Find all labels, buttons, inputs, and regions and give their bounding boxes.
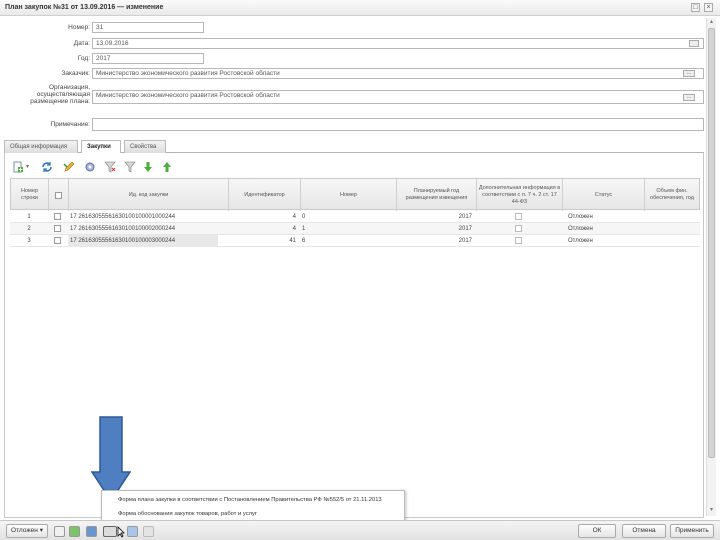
- purchase-code: 17 26163055561630100100003000244: [68, 235, 218, 247]
- customer-value: Министерство экономического развития Рос…: [96, 70, 280, 77]
- menu-item-justification-form[interactable]: Форма обоснования закупок товаров, работ…: [118, 511, 257, 517]
- customer-label: Заказчик:: [61, 70, 90, 77]
- deferred-status-label: Отложен: [11, 527, 38, 534]
- col-row-number[interactable]: Номер строки: [11, 179, 49, 211]
- row-number: 2: [27, 226, 31, 232]
- year-field[interactable]: 2017: [92, 53, 204, 64]
- row-checkbox[interactable]: [54, 237, 61, 244]
- organization-lookup-button[interactable]: ...: [683, 94, 695, 101]
- table-row[interactable]: 3 17 26163055561630100100003000244 41 6 …: [10, 235, 700, 247]
- refresh-icon[interactable]: [41, 161, 53, 173]
- row-number: 3: [27, 238, 31, 244]
- grid-header: Номер строки Ид. код закупки Идентификат…: [10, 178, 700, 211]
- col-identifier[interactable]: Идентификатор: [229, 179, 301, 211]
- close-window-button[interactable]: ×: [704, 3, 713, 12]
- planned-year: 2017: [458, 238, 472, 244]
- col-planned-year[interactable]: Планируемый год размещения извещения: [397, 179, 477, 211]
- organization-field[interactable]: Министерство экономического развития Рос…: [92, 90, 704, 104]
- status: Отложен: [568, 214, 593, 220]
- col-purchase-code[interactable]: Ид. код закупки: [69, 179, 229, 211]
- number: 6: [302, 238, 306, 244]
- scroll-down-icon[interactable]: ▾: [708, 507, 715, 514]
- col-additional-info[interactable]: Дополнительная информация в соответствии…: [477, 179, 563, 211]
- note-label: Примечание:: [50, 121, 90, 128]
- link-icon[interactable]: [127, 526, 138, 537]
- purchase-code: 17 26163055561630100100002000244: [70, 226, 176, 232]
- filter-clear-icon[interactable]: [124, 161, 136, 173]
- unlink-icon[interactable]: [143, 526, 154, 537]
- scroll-up-icon[interactable]: ▴: [708, 19, 715, 26]
- print-forms-menu: Форма плана закупки в соответствии с Пос…: [101, 490, 405, 522]
- row-checkbox[interactable]: [54, 225, 61, 232]
- organization-label: Организация, осуществляющая размещение п…: [30, 84, 90, 105]
- apply-button[interactable]: Применить: [670, 524, 714, 538]
- col-status[interactable]: Статус: [563, 179, 645, 211]
- attach-icon[interactable]: [69, 526, 80, 537]
- status: Отложен: [568, 238, 593, 244]
- calendar-icon[interactable]: [689, 40, 699, 47]
- export-icon[interactable]: [86, 526, 97, 537]
- date-value: 13.09.2016: [96, 40, 129, 47]
- customer-field[interactable]: Министерство экономического развития Рос…: [92, 68, 704, 79]
- status: Отложен: [568, 226, 593, 232]
- identifier: 4: [292, 226, 296, 232]
- note-field[interactable]: [92, 118, 704, 131]
- col-number[interactable]: Номер: [301, 179, 397, 211]
- edit-icon[interactable]: [63, 161, 75, 173]
- col-select-all[interactable]: [49, 179, 69, 211]
- identifier: 4: [292, 214, 296, 220]
- cancel-button[interactable]: Отмена: [622, 524, 666, 538]
- menu-item-plan-form[interactable]: Форма плана закупки в соответствии с Пос…: [118, 497, 382, 503]
- table-row[interactable]: 1 17 26163055561630100100001000244 4 0 2…: [10, 211, 700, 223]
- organization-value: Министерство экономического развития Рос…: [96, 92, 280, 99]
- additional-info-checkbox: [515, 237, 522, 244]
- ok-button[interactable]: ОК: [578, 524, 616, 538]
- move-down-icon[interactable]: [142, 161, 154, 173]
- planned-year: 2017: [458, 226, 472, 232]
- col-financing[interactable]: Объем фин. обеспечения, год: [645, 179, 699, 211]
- move-up-icon[interactable]: [161, 161, 173, 173]
- print-icon[interactable]: [103, 526, 117, 537]
- date-field[interactable]: 13.09.2016: [92, 38, 704, 49]
- purchase-code: 17 26163055561630100100001000244: [70, 214, 176, 220]
- add-icon[interactable]: [12, 161, 24, 173]
- filter-icon[interactable]: [104, 161, 116, 173]
- row-checkbox[interactable]: [54, 213, 61, 220]
- planned-year: 2017: [458, 214, 472, 220]
- year-label: Год:: [77, 55, 90, 62]
- select-all-checkbox[interactable]: [55, 191, 62, 199]
- vertical-scrollbar[interactable]: ▴ ▾: [706, 18, 716, 516]
- additional-info-checkbox: [515, 225, 522, 232]
- additional-info-checkbox: [515, 213, 522, 220]
- window-title: План закупок №31 от 13.09.2016 — изменен…: [5, 4, 164, 11]
- settings-icon[interactable]: [84, 161, 96, 173]
- tab-general-info[interactable]: Общая информация: [4, 140, 78, 153]
- add-dropdown-icon[interactable]: ▾: [26, 163, 29, 170]
- tab-properties[interactable]: Свойства: [124, 140, 166, 153]
- table-row[interactable]: 2 17 26163055561630100100002000244 4 1 2…: [10, 223, 700, 235]
- mouse-cursor-icon: [117, 526, 125, 538]
- date-label: Дата:: [73, 40, 90, 47]
- tab-purchases[interactable]: Закупки: [81, 140, 121, 154]
- document-icon[interactable]: [54, 526, 65, 537]
- window-titlebar: План закупок №31 от 13.09.2016 — изменен…: [0, 0, 720, 16]
- scrollbar-thumb[interactable]: [708, 28, 715, 458]
- chevron-down-icon: ▾: [39, 527, 43, 534]
- tab-strip: Общая информация Закупки Свойства: [4, 139, 704, 154]
- customer-lookup-button[interactable]: ...: [683, 70, 695, 77]
- number-field[interactable]: 31: [92, 22, 204, 33]
- number: 0: [302, 214, 306, 220]
- number-label: Номер:: [68, 24, 90, 31]
- restore-window-button[interactable]: □: [691, 3, 700, 12]
- deferred-status-button[interactable]: Отложен ▾: [6, 524, 48, 538]
- number: 1: [302, 226, 306, 232]
- row-number: 1: [27, 214, 31, 220]
- bottom-bar: Отложен ▾ ОК Отмена Применить: [0, 520, 720, 540]
- identifier: 41: [289, 238, 296, 244]
